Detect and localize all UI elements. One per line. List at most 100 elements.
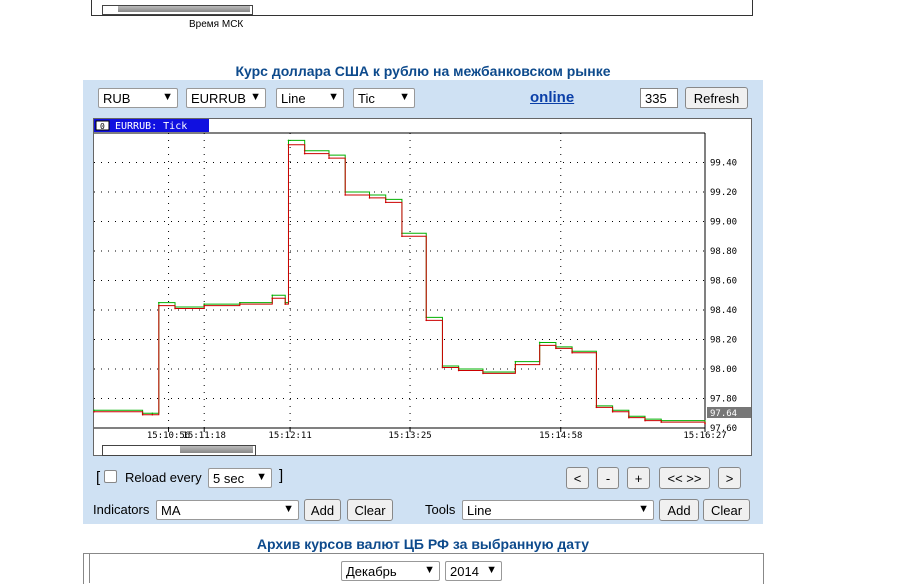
- chevron-down-icon: ▼: [399, 91, 410, 103]
- series-point: [595, 406, 598, 409]
- top-scrollbar-thumb[interactable]: [118, 6, 250, 12]
- series-point: [93, 410, 95, 413]
- series-point: [174, 307, 176, 310]
- zoom-out-button[interactable]: -: [597, 467, 619, 489]
- reload-open-bracket: [: [96, 469, 101, 486]
- x-tick-label: 15:11:18: [183, 431, 226, 441]
- archive-month-select[interactable]: Декабрь ▼: [341, 561, 440, 581]
- next-button[interactable]: >: [718, 467, 741, 489]
- chart-toggle-mark: 0: [100, 122, 105, 131]
- series-point: [287, 144, 290, 146]
- prev-button[interactable]: <: [566, 467, 589, 489]
- series-point: [239, 301, 241, 304]
- series-line-1: [94, 139, 706, 423]
- series-point: [141, 413, 144, 416]
- series-point: [660, 421, 663, 423]
- reload-interval-select[interactable]: 5 sec ▼: [208, 468, 272, 488]
- reload-interval-value: 5 sec: [213, 471, 245, 486]
- series-point: [704, 422, 706, 425]
- chevron-down-icon: ▼: [638, 503, 649, 515]
- chart-kind-select[interactable]: Line ▼: [276, 88, 344, 108]
- y-tick-label: 99.00: [710, 218, 737, 228]
- time-zone-label: Время МСК: [189, 19, 244, 30]
- series-point: [457, 369, 460, 372]
- y-tick-label: 98.80: [710, 247, 737, 257]
- zoom-in-button[interactable]: +: [627, 467, 650, 489]
- archive-divider: [89, 553, 90, 583]
- tools-select[interactable]: Line ▼: [462, 500, 654, 520]
- series-point: [644, 419, 646, 422]
- series-point: [401, 235, 403, 238]
- indicators-select[interactable]: MA ▼: [156, 500, 299, 520]
- archive-year-value: 2014: [450, 564, 479, 579]
- series-point: [203, 304, 206, 307]
- reload-checkbox[interactable]: [104, 470, 117, 483]
- chevron-down-icon: ▼: [250, 91, 261, 103]
- full-range-button[interactable]: << >>: [659, 467, 710, 489]
- chart-kind-value: Line: [281, 91, 306, 106]
- series-point: [151, 413, 154, 416]
- series-point: [425, 319, 428, 322]
- series-point: [284, 303, 287, 305]
- series-point: [611, 410, 614, 413]
- x-tick-label: 15:12:11: [268, 431, 311, 441]
- series-point: [441, 366, 444, 369]
- y-tick-label: 99.40: [710, 159, 737, 169]
- series-point: [303, 152, 306, 155]
- indicators-clear-button[interactable]: Clear: [347, 499, 393, 521]
- chevron-down-icon: ▼: [486, 564, 497, 576]
- chevron-down-icon: ▼: [424, 564, 435, 576]
- series-point: [571, 351, 573, 354]
- y-tick-label: 97.80: [710, 395, 737, 405]
- series-point: [555, 347, 557, 350]
- period-select[interactable]: Tic ▼: [353, 88, 415, 108]
- count-input[interactable]: 335: [640, 88, 678, 108]
- online-link[interactable]: online: [530, 89, 574, 106]
- series-point: [384, 201, 387, 204]
- chart-scrollbar-thumb[interactable]: [180, 446, 253, 453]
- series-point: [368, 197, 371, 199]
- archive-year-select[interactable]: 2014 ▼: [445, 561, 502, 581]
- chevron-down-icon: ▼: [256, 471, 267, 483]
- series-point: [482, 372, 484, 375]
- series-point: [93, 409, 95, 412]
- indicators-label: Indicators: [93, 502, 150, 517]
- y-tick-label: 98.60: [710, 277, 737, 287]
- series-point: [239, 303, 241, 305]
- tools-add-button[interactable]: Add: [659, 499, 699, 521]
- series-point: [538, 341, 541, 344]
- currency-select[interactable]: RUB ▼: [98, 88, 178, 108]
- y-tick-label: 98.00: [710, 365, 737, 375]
- series-point: [514, 363, 517, 366]
- series-point: [514, 360, 517, 363]
- indicators-add-button[interactable]: Add: [304, 499, 341, 521]
- y-tick-label: 99.20: [710, 188, 737, 198]
- series-point: [158, 304, 160, 307]
- pair-select[interactable]: EURRUB ▼: [186, 88, 266, 108]
- currency-value: RUB: [103, 91, 131, 106]
- chevron-down-icon: ▼: [328, 91, 339, 103]
- tools-value: Line: [467, 503, 492, 518]
- series-point: [151, 412, 154, 415]
- series-point: [287, 139, 290, 142]
- series-point: [203, 303, 206, 305]
- page-title: Курс доллара США к рублю на межбанковско…: [235, 63, 611, 79]
- refresh-button[interactable]: Refresh: [685, 87, 748, 109]
- tools-label: Tools: [425, 502, 456, 517]
- x-tick-label: 15:14:58: [539, 431, 582, 441]
- chevron-down-icon: ▼: [283, 503, 294, 515]
- series-point: [271, 294, 274, 297]
- indicators-value: MA: [161, 503, 181, 518]
- series-point: [344, 194, 347, 196]
- x-tick-label: 15:16:27: [683, 431, 726, 441]
- pair-value: EURRUB: [191, 91, 246, 106]
- y-tick-label: 98.40: [710, 306, 737, 316]
- series-point: [328, 157, 330, 159]
- last-value-label: 97.64: [710, 409, 737, 419]
- series-line-2: [94, 144, 706, 424]
- archive-month-value: Декабрь: [346, 564, 397, 579]
- chart-title: EURRUB: Tick: [115, 121, 187, 132]
- tools-clear-button[interactable]: Clear: [703, 499, 750, 521]
- archive-title: Архив курсов валют ЦБ РФ за выбранную да…: [256, 536, 590, 552]
- chevron-down-icon: ▼: [162, 91, 173, 103]
